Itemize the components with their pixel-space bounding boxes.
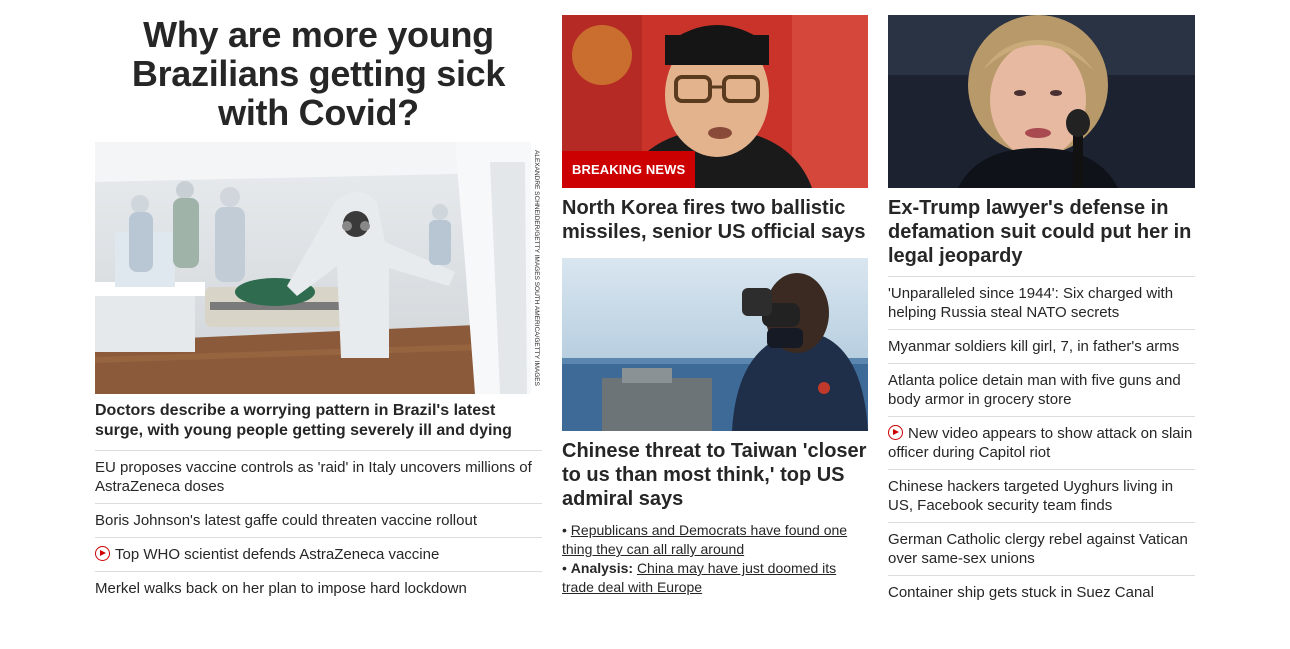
list-item[interactable]: New video appears to show attack on slai… [888,417,1195,470]
list-item[interactable]: Top WHO scientist defends AstraZeneca va… [95,538,542,572]
video-play-icon [95,546,110,561]
right-story-list: 'Unparalleled since 1944': Six charged w… [888,276,1195,609]
list-item[interactable]: Chinese hackers targeted Uyghurs living … [888,470,1195,523]
list-item[interactable]: Container ship gets stuck in Suez Canal [888,576,1195,609]
analysis-label: Analysis: [570,560,634,576]
related-link-rally[interactable]: Republicans and Democrats have found one… [562,522,847,557]
list-item[interactable]: Atlanta police detain man with five guns… [888,364,1195,417]
video-play-icon [888,425,903,440]
hospital-illustration [95,142,542,394]
hero-headline[interactable]: Why are more young Brazilians getting si… [95,15,542,142]
lawyer-illustration [888,15,1195,188]
list-item[interactable]: Boris Johnson's latest gaffe could threa… [95,504,542,538]
north-korea-headline[interactable]: North Korea fires two ballistic missiles… [562,188,868,258]
list-item[interactable]: Merkel walks back on her plan to impose … [95,572,542,605]
taiwan-headline[interactable]: Chinese threat to Taiwan 'closer to us t… [562,431,868,519]
trump-lawyer-headline[interactable]: Ex-Trump lawyer's defense in defamation … [888,188,1195,276]
list-item[interactable]: EU proposes vaccine controls as 'raid' i… [95,451,542,504]
taiwan-photo[interactable] [562,258,868,431]
left-story-list: EU proposes vaccine controls as 'raid' i… [95,451,542,605]
photo-credit: ALEXANDRE SCHNEIDER/GETTY IMAGES SOUTH A… [531,142,542,394]
left-column: Why are more young Brazilians getting si… [95,15,542,605]
list-item[interactable]: Myanmar soldiers kill girl, 7, in father… [888,330,1195,364]
north-korea-photo[interactable]: BREAKING NEWS [562,15,868,188]
related-links: • Republicans and Democrats have found o… [562,522,848,595]
lawyer-photo[interactable] [888,15,1195,188]
list-item[interactable]: 'Unparalleled since 1944': Six charged w… [888,277,1195,330]
breaking-news-badge: BREAKING NEWS [562,151,696,188]
brazil-hospital-photo[interactable]: ALEXANDRE SCHNEIDER/GETTY IMAGES SOUTH A… [95,142,542,394]
right-column: Ex-Trump lawyer's defense in defamation … [888,15,1195,609]
brazil-lead-headline[interactable]: Doctors describe a worrying pattern in B… [95,394,542,451]
middle-column: BREAKING NEWS North Korea fires two ball… [562,15,868,597]
list-item[interactable]: German Catholic clergy rebel against Vat… [888,523,1195,576]
sailor-binoculars-illustration [562,258,868,431]
